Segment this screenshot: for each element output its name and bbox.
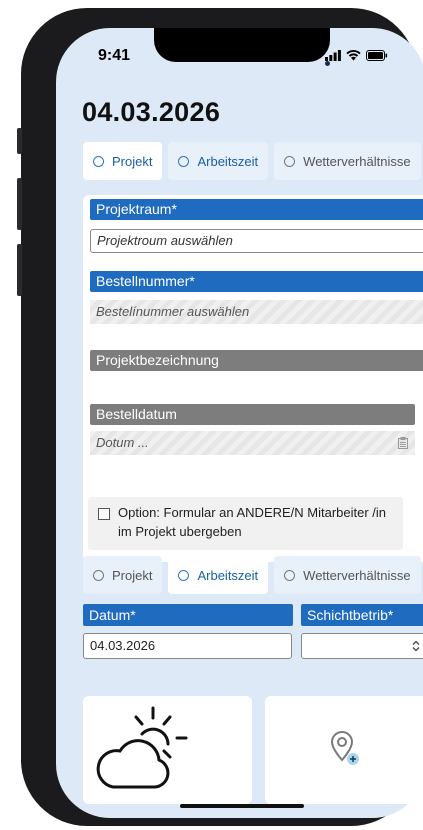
bestelldatum-label: Bestelldatum: [90, 404, 415, 425]
bottom-tab-bar: Projekt Arbeitszeit Wetterverhältnisse: [83, 556, 421, 594]
handover-option-label: Option: Formular an ANDERE/N Mitarbeiter…: [118, 505, 387, 539]
bestelldatum-placeholder: Dotum ...: [96, 435, 149, 450]
battery-icon: [366, 50, 388, 61]
screen: 9:41 04.03.2026 Projekt Arbeitszeit Wett…: [56, 28, 423, 818]
calendar-icon[interactable]: [398, 437, 408, 449]
radio-icon: [93, 155, 104, 167]
volume-up-button: [17, 178, 22, 230]
tab-label: Arbeitszeit: [197, 153, 259, 169]
radio-icon: [178, 569, 190, 581]
tab-label: Wetterverhältnisse: [303, 153, 411, 169]
location-card[interactable]: [265, 696, 423, 804]
camera: [325, 61, 330, 66]
bestellnummer-select[interactable]: Bestelínummer auswählen: [90, 300, 423, 324]
status-time: 9:41: [98, 47, 131, 64]
radio-icon: [178, 155, 190, 167]
mute-switch: [17, 128, 22, 154]
tab-arbeitszeit[interactable]: Arbeitszeit: [168, 142, 269, 180]
datum-label: Datum*: [83, 604, 293, 626]
home-indicator[interactable]: [180, 804, 304, 808]
tab-wetterverhaeltnisse[interactable]: Wetterverhältnisse: [274, 142, 421, 180]
weather-card[interactable]: [83, 696, 252, 804]
top-tab-bar: Projekt Arbeitszeit Wetterverhältnisse: [83, 142, 421, 180]
projektbezeichnung-label: Projektbezeichnung: [90, 350, 423, 371]
bestellnummer-label: Bestellnummer*: [90, 271, 423, 292]
handover-option[interactable]: Option: Formular an ANDERE/N Mitarbeiter…: [88, 497, 403, 550]
tab-label: Arbeitszeit: [197, 567, 259, 583]
tab-projekt[interactable]: Projekt: [83, 142, 163, 180]
tab-label: Projekt: [112, 567, 153, 583]
projektraum-label: Projektraum*: [90, 199, 423, 220]
notch: [154, 28, 330, 62]
volume-down-button: [17, 244, 22, 296]
add-location-icon: [330, 731, 359, 765]
schicht-label: Schichtbetrib*: [301, 604, 423, 626]
tab-projekt-bottom[interactable]: Projekt: [83, 556, 163, 594]
status-icons: [325, 50, 388, 61]
signal-icon: [325, 50, 341, 61]
handover-checkbox[interactable]: [98, 508, 110, 520]
projektbezeichnung-field[interactable]: [90, 373, 423, 403]
radio-icon: [284, 569, 296, 581]
projektraum-select[interactable]: Projektroum auswählen: [90, 229, 423, 253]
select-arrows-icon: [412, 640, 420, 652]
wifi-icon: [346, 50, 361, 61]
tab-arbeitszeit-bottom[interactable]: Arbeitszeit: [168, 556, 269, 594]
project-form: Projektraum* Projektroum auswählen Beste…: [83, 195, 423, 562]
schicht-select[interactable]: [301, 633, 423, 659]
tab-label: Projekt: [112, 153, 153, 169]
weather-icon: [96, 706, 188, 789]
page-title: 04.03.2026: [82, 97, 221, 127]
radio-icon: [93, 569, 104, 581]
tab-label: Wetterverhältnisse: [303, 567, 411, 583]
tab-wetterverhaeltnisse-bottom[interactable]: Wetterverhältnisse: [274, 556, 421, 594]
phone-frame: 9:41 04.03.2026 Projekt Arbeitszeit Wett…: [17, 8, 423, 826]
bestelldatum-input[interactable]: Dotum ...: [90, 431, 415, 455]
radio-icon: [284, 155, 296, 167]
datum-input[interactable]: 04.03.2026: [83, 633, 292, 659]
